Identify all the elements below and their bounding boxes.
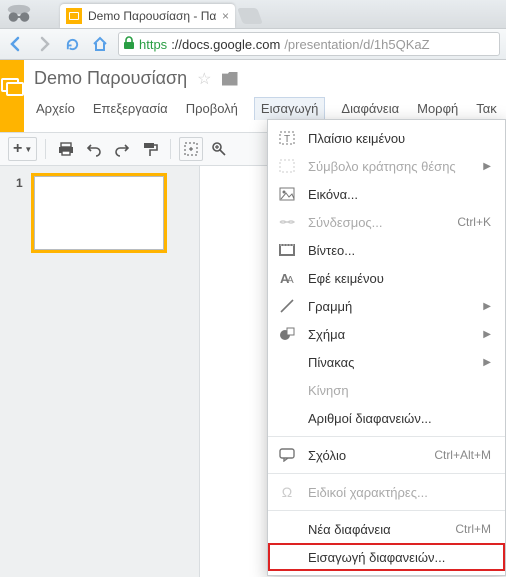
menu-item-label: Γραμμή [308, 299, 471, 314]
tab-close-icon[interactable]: × [222, 9, 229, 23]
url-scheme: https [139, 37, 167, 52]
menu-item-label: Σχήμα [308, 327, 471, 342]
menu-item-label: Πλαίσιο κειμένου [308, 131, 491, 146]
svg-text:A: A [287, 275, 294, 285]
slides-favicon [66, 8, 82, 24]
document-title[interactable]: Demo Παρουσίαση [34, 68, 187, 89]
paint-format-button[interactable] [138, 137, 162, 161]
browser-tab[interactable]: Demo Παρουσίαση - Πα × [60, 4, 235, 28]
menu-διαφάνεια[interactable]: Διαφάνεια [339, 97, 401, 120]
browser-nav-bar: https ://docs.google.com/presentation/d/1… [0, 28, 506, 60]
slide-thumbnail[interactable]: 1 [34, 176, 193, 250]
menu-μορφή[interactable]: Μορφή [415, 97, 460, 120]
forward-button[interactable] [34, 34, 54, 54]
menu-item-ειδικο-χαρακτ-ρες-: Ω Ειδικοί χαρακτήρες... [268, 478, 505, 506]
menu-αρχείο[interactable]: Αρχείο [34, 97, 77, 120]
menu-item-σχ-μα[interactable]: Σχήμα ▶ [268, 320, 505, 348]
insert-menu-dropdown: T Πλαίσιο κειμένου Σύμβολο κράτησης θέσης ▶… [267, 119, 506, 576]
menubar: Αρχείο Επεξεργασία Προβολή Εισαγωγή Διαφάνει… [34, 97, 499, 120]
shape-icon [278, 327, 296, 341]
slide-number: 1 [16, 176, 23, 190]
menu-item-label: Κίνηση [308, 383, 491, 398]
undo-button[interactable] [82, 137, 106, 161]
incognito-icon [4, 2, 34, 26]
menu-item-κ-νηση: Κίνηση [268, 376, 505, 404]
back-button[interactable] [6, 34, 26, 54]
menu-item-αριθμο-διαφανει-ν-[interactable]: Αριθμοί διαφανειών... [268, 404, 505, 432]
new-slide-button[interactable]: +▼ [8, 137, 37, 161]
menu-item-label: Εικόνα... [308, 187, 491, 202]
submenu-arrow-icon: ▶ [483, 329, 491, 340]
slide-thumbnails-panel: 1 [0, 166, 200, 577]
image-icon [278, 187, 296, 201]
menu-item-β-ντεο-[interactable]: Βίντεο... [268, 236, 505, 264]
zoom-button[interactable] [207, 137, 231, 161]
menu-shortcut: Ctrl+Alt+M [434, 448, 491, 462]
wordart-icon: AA [278, 271, 296, 285]
menu-shortcut: Ctrl+K [457, 215, 491, 229]
menu-item-label: Σχόλιο [308, 448, 422, 463]
lock-icon [123, 36, 135, 53]
submenu-arrow-icon: ▶ [483, 357, 491, 368]
comment-icon [278, 448, 296, 462]
menu-item-label: Βίντεο... [308, 243, 491, 258]
toolbar-separator [45, 139, 46, 159]
menu-item-εφ-κειμ-νου[interactable]: AA Εφέ κειμένου [268, 264, 505, 292]
submenu-arrow-icon: ▶ [483, 161, 491, 172]
redo-button[interactable] [110, 137, 134, 161]
menu-separator [268, 510, 505, 511]
menu-τακ[interactable]: Τακ [474, 97, 499, 120]
line-icon [278, 298, 296, 314]
menu-item-label: Ειδικοί χαρακτήρες... [308, 485, 491, 500]
menu-item-label: Πίνακας [308, 355, 471, 370]
menu-επεξεργασία[interactable]: Επεξεργασία [91, 97, 170, 120]
url-path: /presentation/d/1h5QKaZ [284, 37, 429, 52]
tab-title: Demo Παρουσίαση - Πα [88, 9, 216, 23]
menu-προβολή[interactable]: Προβολή [184, 97, 240, 120]
star-icon[interactable]: ☆ [197, 69, 211, 89]
menu-εισαγωγή[interactable]: Εισαγωγή [254, 97, 325, 120]
link-icon [278, 217, 296, 227]
svg-text:T: T [284, 134, 290, 145]
menu-item-ν-α-διαφ-νεια[interactable]: Νέα διαφάνεια Ctrl+M [268, 515, 505, 543]
menu-shortcut: Ctrl+M [455, 522, 491, 536]
menu-item-γραμμ-[interactable]: Γραμμή ▶ [268, 292, 505, 320]
menu-item-label: Εισαγωγή διαφανειών... [308, 550, 491, 565]
video-icon [278, 244, 296, 256]
menu-item-σχ-λιο[interactable]: Σχόλιο Ctrl+Alt+M [268, 441, 505, 469]
new-tab-button[interactable] [237, 8, 263, 24]
submenu-arrow-icon: ▶ [483, 301, 491, 312]
folder-icon[interactable] [222, 72, 238, 86]
menu-item-label: Σύνδεσμος... [308, 215, 445, 230]
menu-item-label: Σύμβολο κράτησης θέσης [308, 159, 471, 174]
menu-separator [268, 436, 505, 437]
menu-item-π-νακας[interactable]: Πίνακας ▶ [268, 348, 505, 376]
reload-button[interactable] [62, 34, 82, 54]
url-host: ://docs.google.com [171, 37, 280, 52]
slide-thumb-canvas [34, 176, 164, 250]
textbox-icon: T [278, 131, 296, 145]
menu-item-label: Νέα διαφάνεια [308, 522, 443, 537]
menu-item-εικ-να-[interactable]: Εικόνα... [268, 180, 505, 208]
menu-separator [268, 473, 505, 474]
menu-item-label: Αριθμοί διαφανειών... [308, 411, 491, 426]
home-button[interactable] [90, 34, 110, 54]
omega-icon: Ω [278, 484, 296, 500]
browser-tab-strip: Demo Παρουσίαση - Πα × [0, 0, 506, 28]
menu-item-εισαγωγ-διαφανει-ν-[interactable]: Εισαγωγή διαφανειών... [268, 543, 505, 571]
menu-item-label: Εφέ κειμένου [308, 271, 491, 286]
menu-item-σ-μβολο-κρ-τησης-θ-σης: Σύμβολο κράτησης θέσης ▶ [268, 152, 505, 180]
zoom-fit-button[interactable] [179, 137, 203, 161]
toolbar-separator [170, 139, 171, 159]
menu-item-σ-νδεσμος-: Σύνδεσμος... Ctrl+K [268, 208, 505, 236]
print-button[interactable] [54, 137, 78, 161]
slides-logo[interactable] [0, 60, 24, 132]
menu-item-πλα-σιο-κειμ-νου[interactable]: T Πλαίσιο κειμένου [268, 124, 505, 152]
url-bar[interactable]: https ://docs.google.com/presentation/d/1… [118, 32, 500, 56]
placeholder-icon [278, 159, 296, 173]
